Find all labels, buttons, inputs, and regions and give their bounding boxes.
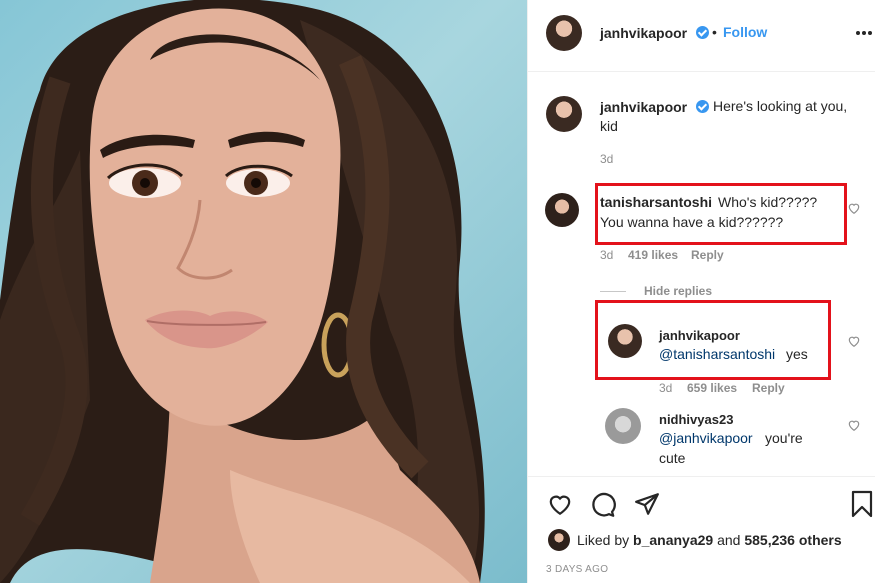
follow-button[interactable]: Follow	[723, 22, 767, 42]
like-comment-heart-icon[interactable]	[847, 418, 861, 432]
reply-avatar[interactable]	[608, 324, 642, 358]
comment-username[interactable]: tanisharsantoshi	[600, 194, 712, 210]
post-header: janhvikapoor • Follow	[528, 0, 875, 72]
comment-age: 3d	[600, 248, 614, 262]
reply-mention-link[interactable]: @tanisharsantoshi	[659, 344, 775, 364]
comment-bubble-icon[interactable]	[589, 491, 616, 518]
save-bookmark-icon[interactable]	[850, 490, 874, 518]
author-username[interactable]: janhvikapoor	[600, 25, 687, 41]
like-comment-heart-icon[interactable]	[847, 201, 861, 215]
replies-divider	[600, 291, 626, 292]
comment-mention-link[interactable]: @janhvikapoor	[659, 428, 753, 448]
comment-text-line2: cute	[659, 450, 686, 466]
share-send-icon[interactable]	[634, 491, 660, 517]
liker-avatar[interactable]	[548, 529, 570, 551]
verified-badge-icon	[696, 26, 709, 39]
comment-avatar[interactable]	[545, 193, 579, 227]
liked-by-line: Liked by b_ananya29 and 585,236 others	[577, 530, 842, 550]
comment-text-line1: you're	[765, 430, 803, 446]
instagram-post: janhvikapoor • Follow janhvikapoor Here'…	[0, 0, 875, 583]
like-heart-icon[interactable]	[546, 491, 574, 517]
liked-by-user[interactable]: b_ananya29	[633, 532, 713, 548]
portrait-illustration	[0, 0, 485, 583]
reply-text: yes	[786, 346, 808, 362]
more-options-icon[interactable]	[856, 31, 874, 37]
reply-reply-button[interactable]: Reply	[752, 381, 785, 395]
comment-text-line2: You wanna have a kid??????	[600, 214, 784, 230]
caption-age: 3d	[600, 152, 614, 166]
post-side-panel: janhvikapoor • Follow janhvikapoor Here'…	[527, 0, 875, 583]
comment-likes[interactable]: 419 likes	[628, 248, 678, 262]
comment-username[interactable]: nidhivyas23	[659, 412, 733, 427]
post-photo[interactable]	[0, 0, 527, 583]
hide-replies-button[interactable]: Hide replies	[644, 284, 712, 298]
likes-count[interactable]: 585,236 others	[744, 532, 841, 548]
comment-text-line1: Who's kid?????	[718, 194, 818, 210]
reply-likes[interactable]: 659 likes	[687, 381, 737, 395]
post-timestamp[interactable]: 3 DAYS AGO	[546, 564, 608, 575]
reply-age: 3d	[659, 381, 673, 395]
header-separator: •	[712, 24, 717, 40]
liked-by-prefix: Liked by	[577, 532, 630, 548]
caption-text: Here's looking at you, kid	[600, 98, 848, 134]
comment-avatar[interactable]	[605, 408, 641, 444]
liked-by-middle: and	[717, 532, 741, 548]
post-actions-bar: Liked by b_ananya29 and 585,236 others 3…	[528, 476, 875, 583]
author-avatar[interactable]	[546, 15, 582, 51]
comment-reply-button[interactable]: Reply	[691, 248, 724, 262]
like-reply-heart-icon[interactable]	[847, 334, 861, 348]
reply-username[interactable]: janhvikapoor	[659, 328, 740, 343]
caption-avatar[interactable]	[546, 96, 582, 132]
